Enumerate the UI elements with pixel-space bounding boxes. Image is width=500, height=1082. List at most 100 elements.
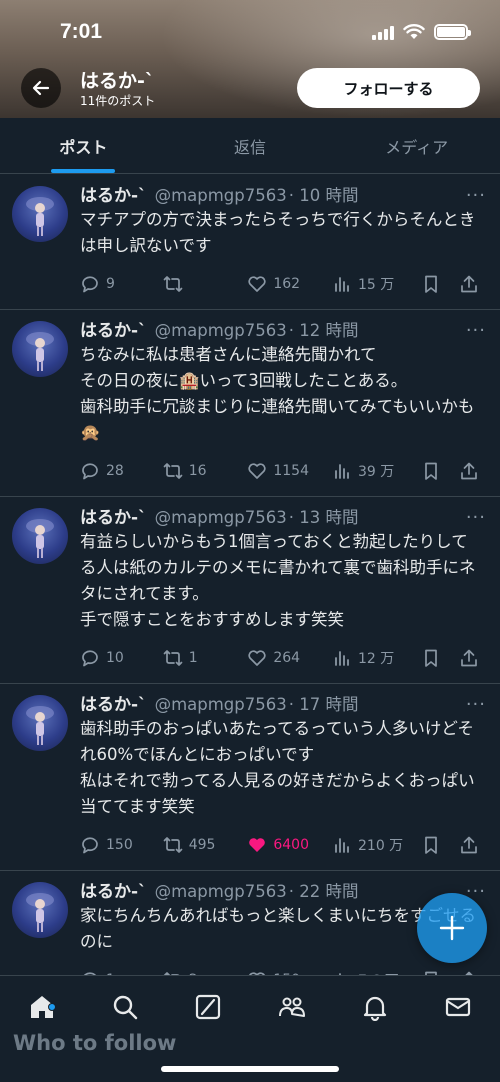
- reply-button[interactable]: 150: [80, 835, 163, 855]
- reply-button[interactable]: 10: [80, 648, 163, 668]
- reply-count: 10: [106, 650, 124, 666]
- view-count: 12 万: [358, 651, 395, 667]
- reply-button[interactable]: 9: [80, 274, 163, 294]
- repost-button[interactable]: [163, 274, 248, 294]
- nav-communities[interactable]: [250, 993, 333, 1021]
- bookmark-icon: [424, 836, 437, 854]
- status-time: 7:01: [60, 20, 103, 43]
- avatar[interactable]: [12, 508, 68, 564]
- follow-button[interactable]: フォローする: [297, 68, 480, 108]
- tab-replies[interactable]: 返信: [167, 118, 334, 173]
- post-author-name[interactable]: はるか-`: [80, 503, 147, 528]
- reply-button[interactable]: 28: [80, 461, 163, 481]
- post-time: · 17 時間: [288, 695, 359, 714]
- post-author-name[interactable]: はるか-`: [80, 181, 147, 206]
- battery-icon: [434, 24, 471, 40]
- post-author-name[interactable]: はるか-`: [80, 877, 147, 902]
- avatar-image: [26, 197, 54, 236]
- post-text: 歯科助手のおっぱいあたってるっていう人多いけどそれ60%でほんとにおっぱいです …: [80, 719, 475, 816]
- post-author-name[interactable]: はるか-`: [80, 690, 147, 715]
- like-button[interactable]: 6400: [247, 835, 332, 855]
- tab-posts[interactable]: ポスト: [0, 118, 167, 173]
- bookmark-button[interactable]: [421, 274, 459, 294]
- post-handle[interactable]: @mapmgp7563: [155, 695, 287, 714]
- post-handle[interactable]: @mapmgp7563: [155, 186, 287, 205]
- repost-button[interactable]: 1: [163, 648, 248, 668]
- post-author-name[interactable]: はるか-`: [80, 316, 147, 341]
- avatar[interactable]: [12, 882, 68, 938]
- arrow-left-icon: [32, 80, 50, 96]
- repost-icon: [163, 650, 183, 666]
- plus-icon: [439, 915, 465, 941]
- share-icon: [461, 462, 477, 480]
- post-handle[interactable]: @mapmgp7563: [155, 321, 287, 340]
- repost-button[interactable]: 495: [163, 835, 248, 855]
- nav-notifications[interactable]: [333, 993, 416, 1021]
- back-button[interactable]: [21, 68, 61, 108]
- status-bar: 7:01: [0, 0, 500, 64]
- repost-button[interactable]: 16: [163, 461, 248, 481]
- more-options-button[interactable]: ···: [466, 507, 486, 528]
- avatar[interactable]: [12, 321, 68, 377]
- post-item[interactable]: はるか-` @mapmgp7563 · 13 時間 ··· 有益らしいからもう1…: [0, 497, 500, 684]
- avatar-image: [26, 706, 54, 745]
- more-options-button[interactable]: ···: [466, 185, 486, 206]
- bookmark-icon: [424, 275, 437, 293]
- post-time: · 13 時間: [288, 508, 359, 527]
- nav-grok[interactable]: [167, 993, 250, 1021]
- more-options-button[interactable]: ···: [466, 694, 486, 715]
- repost-icon: [163, 276, 183, 292]
- search-icon: [113, 995, 138, 1020]
- share-icon: [461, 836, 477, 854]
- share-icon: [461, 275, 477, 293]
- bookmark-icon: [424, 649, 437, 667]
- avatar[interactable]: [12, 186, 68, 242]
- post-count: 11件のポスト: [80, 94, 156, 108]
- post-time: · 10 時間: [288, 186, 359, 205]
- like-button[interactable]: 1154: [247, 461, 332, 481]
- share-button[interactable]: [459, 648, 484, 668]
- like-button[interactable]: 264: [247, 648, 332, 668]
- views-button[interactable]: 210 万: [332, 835, 421, 855]
- tab-media[interactable]: メディア: [333, 118, 500, 173]
- post-actions: 10 1 264 12 万: [80, 633, 484, 683]
- post-handle[interactable]: @mapmgp7563: [155, 882, 287, 901]
- post-text: ちなみに私は患者さんに連絡先聞かれて その日の夜に🏨いって3回戦したことある。 …: [80, 345, 475, 442]
- views-button[interactable]: 12 万: [332, 648, 421, 668]
- reply-count: 28: [106, 463, 124, 479]
- post-item[interactable]: はるか-` @mapmgp7563 · 12 時間 ··· ちなみに私は患者さん…: [0, 310, 500, 497]
- like-count: 264: [273, 650, 301, 666]
- view-count: 39 万: [358, 464, 395, 480]
- envelope-icon: [446, 997, 471, 1017]
- share-button[interactable]: [459, 461, 484, 481]
- post-item[interactable]: はるか-` @mapmgp7563 · 17 時間 ··· 歯科助手のおっぱいあ…: [0, 684, 500, 871]
- nav-home[interactable]: [0, 993, 83, 1021]
- post-item[interactable]: はるか-` @mapmgp7563 · 10 時間 ··· マチアプの方で決まっ…: [0, 175, 500, 310]
- communities-icon: [278, 997, 305, 1017]
- profile-header: 7:01 はるか-` 11件のポスト フォローする: [0, 0, 500, 118]
- repost-count: 495: [188, 837, 216, 853]
- views-icon: [335, 838, 349, 853]
- repost-icon: [163, 837, 183, 853]
- compose-post-button[interactable]: [417, 893, 487, 963]
- post-handle[interactable]: @mapmgp7563: [155, 508, 287, 527]
- post-actions: 150 495 6400 210 万: [80, 820, 484, 870]
- post-actions: 1 2 150 7.6 万: [80, 955, 484, 975]
- bookmark-button[interactable]: [421, 835, 459, 855]
- share-icon: [461, 649, 477, 667]
- view-count: 210 万: [358, 838, 404, 854]
- views-button[interactable]: 39 万: [332, 461, 421, 481]
- nav-messages[interactable]: [417, 993, 500, 1021]
- more-options-button[interactable]: ···: [466, 320, 486, 341]
- bookmark-button[interactable]: [421, 461, 459, 481]
- views-icon: [335, 277, 349, 292]
- share-button[interactable]: [459, 835, 484, 855]
- views-button[interactable]: 15 万: [332, 274, 421, 294]
- like-button[interactable]: 162: [247, 274, 332, 294]
- who-to-follow-label: Who to follow: [13, 1031, 177, 1055]
- grok-icon: [196, 994, 221, 1020]
- avatar[interactable]: [12, 695, 68, 751]
- bookmark-button[interactable]: [421, 648, 459, 668]
- nav-search[interactable]: [83, 993, 166, 1021]
- share-button[interactable]: [459, 274, 484, 294]
